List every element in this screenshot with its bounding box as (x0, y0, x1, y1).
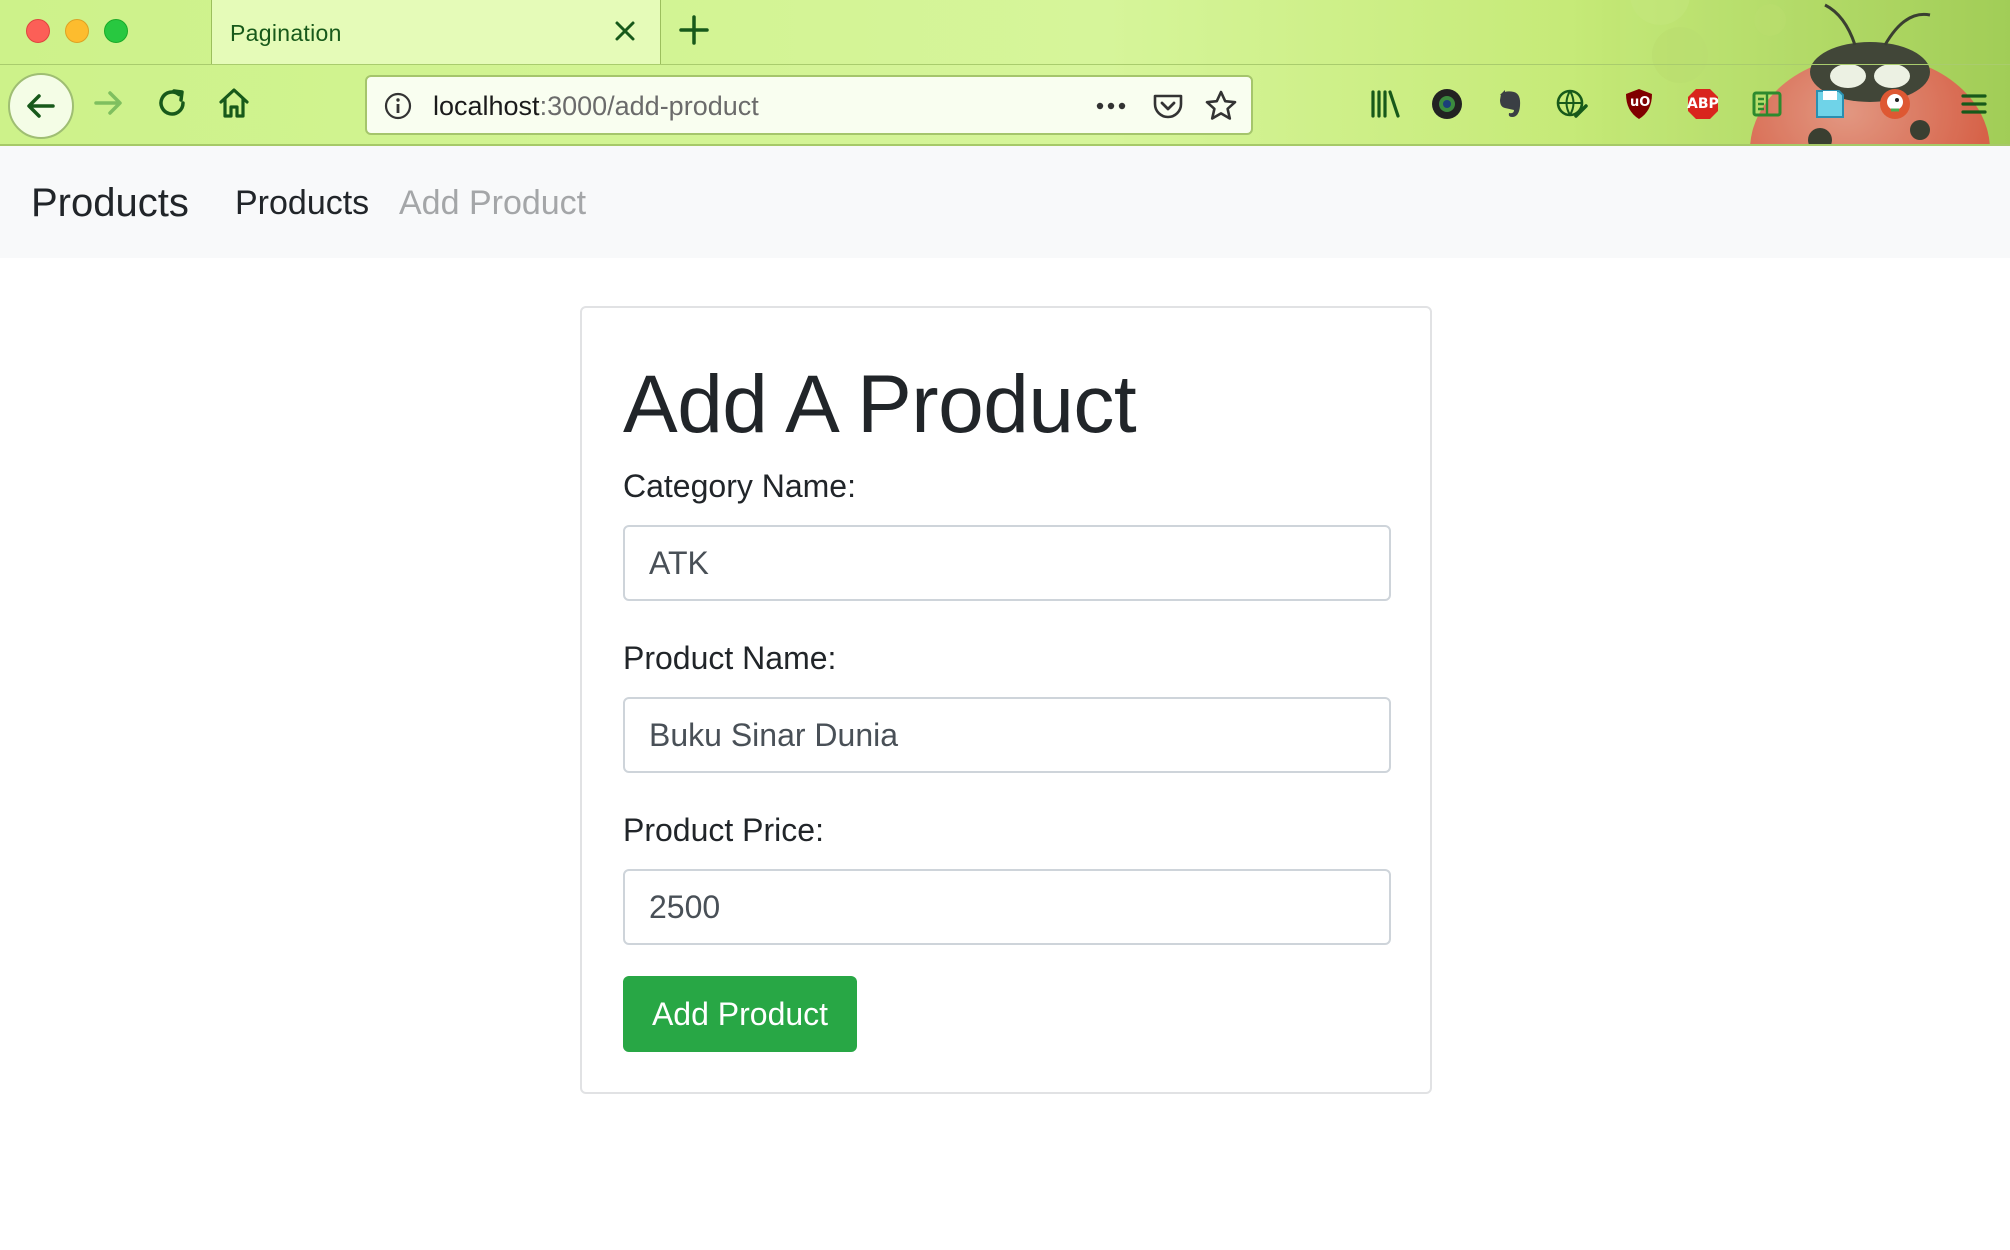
browser-toolbar: localhost:3000/add-product uO ABP (0, 64, 2010, 144)
window-minimize-button[interactable] (65, 19, 89, 43)
browser-tab[interactable]: Pagination (211, 0, 661, 64)
tab-title: Pagination (230, 20, 342, 46)
ublock-icon[interactable]: uO (1620, 85, 1658, 123)
globe-edit-icon[interactable] (1553, 85, 1591, 123)
nav-link-products[interactable]: Products (235, 184, 369, 223)
camera-lens-icon[interactable] (1428, 85, 1466, 123)
nav-link-add-product[interactable]: Add Product (399, 184, 586, 223)
ublock-label: uO (1630, 95, 1651, 110)
address-bar[interactable]: localhost:3000/add-product (365, 75, 1253, 135)
add-product-card: Add A Product Category Name: Product Nam… (580, 306, 1432, 1094)
browser-chrome: Pagination localhost:3000/add-product uO… (0, 0, 2010, 146)
new-tab-icon[interactable] (676, 12, 712, 48)
category-name-input[interactable] (623, 525, 1391, 601)
category-name-label: Category Name: (623, 468, 856, 504)
info-icon[interactable] (383, 91, 413, 121)
abp-label: ABP (1687, 96, 1719, 112)
pocket-icon[interactable] (1151, 89, 1185, 123)
navbar-brand[interactable]: Products (31, 181, 189, 226)
reload-button[interactable] (150, 81, 194, 125)
product-price-input[interactable] (623, 869, 1391, 945)
evernote-icon[interactable] (1491, 85, 1529, 123)
product-name-input[interactable] (623, 697, 1391, 773)
url-text[interactable]: localhost:3000/add-product (433, 91, 759, 122)
library-icon[interactable] (1366, 85, 1404, 123)
home-button[interactable] (212, 81, 256, 125)
window-close-button[interactable] (26, 19, 50, 43)
bookmark-star-icon[interactable] (1203, 88, 1239, 124)
forward-button[interactable] (86, 81, 130, 125)
menu-hamburger-icon[interactable] (1955, 85, 1993, 123)
product-price-label: Product Price: (623, 812, 824, 848)
url-host: localhost (433, 91, 540, 121)
arrow-right-icon (94, 91, 122, 115)
adblock-plus-icon[interactable]: ABP (1684, 85, 1722, 123)
add-product-button[interactable]: Add Product (623, 976, 857, 1052)
back-button[interactable] (8, 73, 74, 139)
arrow-left-icon (27, 94, 55, 118)
reload-icon (159, 89, 185, 116)
home-icon (219, 88, 249, 118)
save-icon[interactable] (1811, 85, 1849, 123)
more-actions-icon[interactable] (1093, 91, 1129, 121)
duckduckgo-icon[interactable] (1876, 85, 1914, 123)
reader-icon[interactable] (1748, 85, 1786, 123)
tab-close-icon[interactable] (610, 16, 640, 46)
app-navbar: Products Products Add Product (0, 146, 2010, 258)
product-name-label: Product Name: (623, 640, 837, 676)
window-maximize-button[interactable] (104, 19, 128, 43)
page-title: Add A Product (623, 359, 1137, 450)
url-path: :3000/add-product (539, 91, 759, 121)
